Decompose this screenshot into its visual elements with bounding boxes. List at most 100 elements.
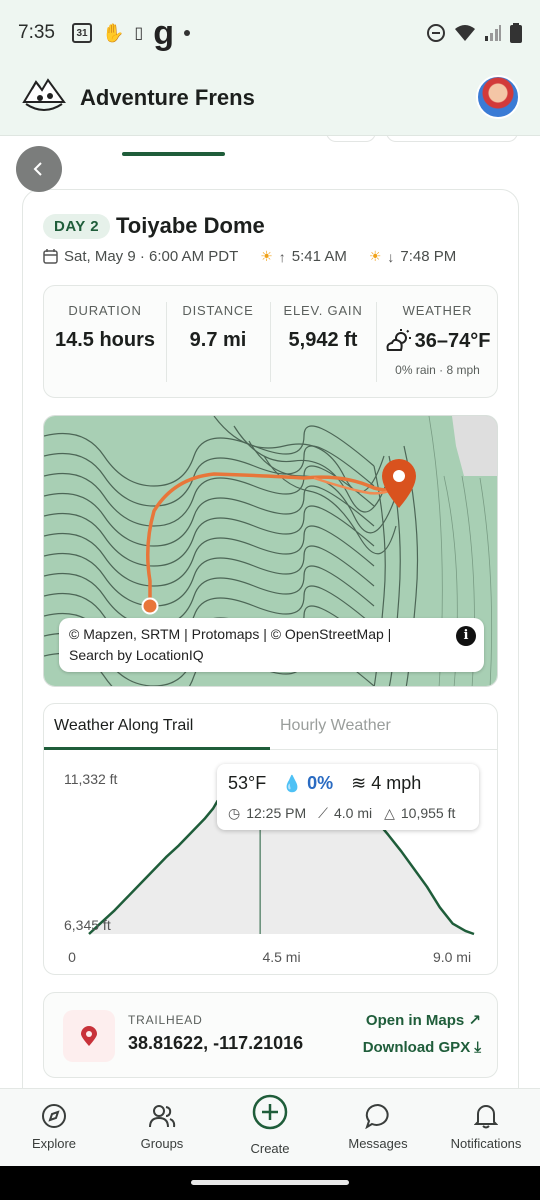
stat-value: 9.7 mi [189, 329, 247, 351]
stat-label: ELEV. GAIN [283, 303, 363, 318]
wind-icon: ≋ [351, 773, 372, 793]
chevron-left-icon [33, 162, 42, 176]
status-time: 7:35 [18, 22, 55, 43]
download-gpx-link[interactable]: Download GPX ⤓ [363, 1039, 481, 1056]
day-card: DAY 2 Toiyabe Dome Sat, May 9 · 6:00 AM … [22, 189, 519, 1119]
weather-sub: 0% rain · 8 mph [395, 363, 480, 377]
nav-label: Groups [140, 1136, 184, 1151]
calendar-icon [43, 249, 58, 264]
x-tick-label: 0 [68, 949, 76, 965]
nav-messages[interactable]: Messages [324, 1089, 432, 1167]
trailhead-coords: 38.81622, -117.21016 [128, 1033, 304, 1053]
nav-label: Notifications [450, 1136, 522, 1151]
place-title: Toiyabe Dome [116, 213, 265, 238]
sunrise-time: 5:41 AM [291, 248, 347, 265]
sunset-time: 7:48 PM [400, 248, 457, 265]
stat-duration: DURATION 14.5 hours [44, 286, 166, 397]
ruler-icon: ⟋ [318, 805, 328, 821]
tab-hourly-weather[interactable]: Hourly Weather [270, 704, 497, 750]
map-attribution: © Mapzen, SRTM | Protomaps | © OpenStree… [59, 618, 484, 672]
people-icon [149, 1105, 176, 1128]
stats-box: DURATION 14.5 hours DISTANCE 9.7 mi ELEV… [43, 285, 498, 398]
nav-label: Explore [31, 1136, 77, 1151]
status-bar: 7:35 31 ✋ ▯ g [0, 0, 540, 66]
gesture-bar [0, 1166, 540, 1200]
tooltip-rain: 💧 0% [282, 773, 333, 794]
x-tick-label: 9.0 mi [433, 949, 471, 965]
weather-range: 36–74°F [414, 329, 491, 352]
tooltip-time: 12:25 PM [246, 805, 307, 821]
x-tick-label: 4.5 mi [262, 949, 300, 965]
attribution-line[interactable]: © Mapzen, SRTM | Protomaps | © OpenStree… [69, 624, 474, 645]
tooltip-detail-row: ◷ 12:25 PM ⟋ 4.0 mi △ 10,955 ft [228, 805, 455, 822]
trailhead-box: TRAILHEAD 38.81622, -117.21016 Open in M… [43, 992, 498, 1078]
nav-groups[interactable]: Groups [108, 1089, 216, 1167]
back-button[interactable] [16, 146, 62, 192]
nav-create[interactable]: Create [216, 1089, 324, 1167]
weather-panel: Weather Along Trail Hourly Weather 11,33… [43, 703, 498, 975]
system-icons [426, 20, 522, 46]
stat-distance: DISTANCE 9.7 mi [166, 286, 270, 397]
tooltip-wind-value: 4 mph [371, 773, 422, 793]
home-indicator[interactable] [191, 1180, 349, 1185]
info-icon[interactable]: i [456, 626, 476, 646]
dnd-icon [427, 24, 445, 42]
nav-label: Messages [348, 1136, 408, 1151]
sunset-icon: ☀ [368, 248, 382, 264]
chart-tooltip: 53°F 💧 0% ≋ 4 mph ◷ 12:25 PM ⟋ 4.0 mi △ 1… [217, 764, 479, 830]
stat-elevation: ELEV. GAIN 5,942 ft [270, 286, 376, 397]
stat-label: DURATION [68, 303, 142, 318]
partly-cloudy-icon [386, 329, 411, 351]
battery-icon [510, 23, 522, 43]
more-dot-icon [184, 30, 191, 36]
app-logo[interactable] [20, 72, 68, 120]
nav-explore[interactable]: Explore [0, 1089, 108, 1167]
tooltip-temp: 53°F [228, 773, 267, 793]
arrow-up-icon: ↑ [278, 248, 286, 265]
hand-icon: ✋ [102, 22, 125, 43]
app-header: Adventure Frens [0, 66, 540, 136]
tooltip-elevation: 10,955 ft [400, 805, 456, 821]
hidden-chip[interactable] [326, 136, 376, 142]
stat-value: 36–74°F [376, 329, 499, 353]
stat-value: 14.5 hours [54, 329, 156, 351]
tooltip-wind: ≋ 4 mph [351, 773, 421, 794]
attribution-line[interactable]: Search by LocationIQ [69, 645, 474, 666]
y-tick-label-max: 11,332 ft [64, 771, 118, 787]
tooltip-weather-row: 53°F 💧 0% ≋ 4 mph [228, 773, 421, 794]
tooltip-distance: 4.0 mi [333, 805, 373, 821]
app-g-icon: g [153, 14, 175, 52]
active-tab-indicator [122, 152, 225, 156]
mountain-icon: △ [384, 805, 395, 821]
stat-weather: WEATHER 36–74°F 0% rain · 8 mph [376, 286, 499, 397]
signal-icon [485, 25, 501, 41]
nav-notifications[interactable]: Notifications [432, 1089, 540, 1167]
map-pin-icon [81, 1026, 97, 1046]
app-title: Adventure Frens [80, 85, 255, 110]
hidden-chip[interactable] [386, 136, 518, 142]
trail-map[interactable]: © Mapzen, SRTM | Protomaps | © OpenStree… [43, 415, 498, 687]
trailhead-label: TRAILHEAD [128, 1013, 203, 1027]
trip-date: Sat, May 9 · 6:00 AM PDT [64, 248, 239, 265]
bell-icon [474, 1105, 498, 1129]
compass-icon [42, 1104, 66, 1128]
sunrise-icon: ☀ [260, 248, 273, 264]
chat-bubble-icon [365, 1103, 389, 1129]
phone-icon: ▯ [134, 25, 144, 42]
stat-value: 5,942 ft [288, 329, 358, 351]
day-badge: DAY 2 [43, 214, 111, 239]
calendar-notification-icon: 31 [72, 23, 92, 43]
tab-weather-along-trail[interactable]: Weather Along Trail [44, 704, 270, 750]
tooltip-rain-value: 0% [307, 773, 334, 793]
wifi-icon [455, 25, 475, 41]
open-in-maps-link[interactable]: Open in Maps ↗ [366, 1011, 481, 1029]
avatar[interactable] [476, 75, 520, 119]
raindrop-icon: 💧 [282, 776, 303, 793]
nav-label: Create [250, 1141, 290, 1156]
plus-circle-icon [252, 1094, 288, 1130]
bottom-nav: Explore Groups Create Messages Notificat… [0, 1088, 540, 1166]
pin-box [63, 1010, 115, 1062]
notification-icons: 31 ✋ ▯ g [72, 14, 191, 52]
stat-label: DISTANCE [182, 303, 254, 318]
y-tick-label-min: 6,345 ft [64, 917, 111, 933]
